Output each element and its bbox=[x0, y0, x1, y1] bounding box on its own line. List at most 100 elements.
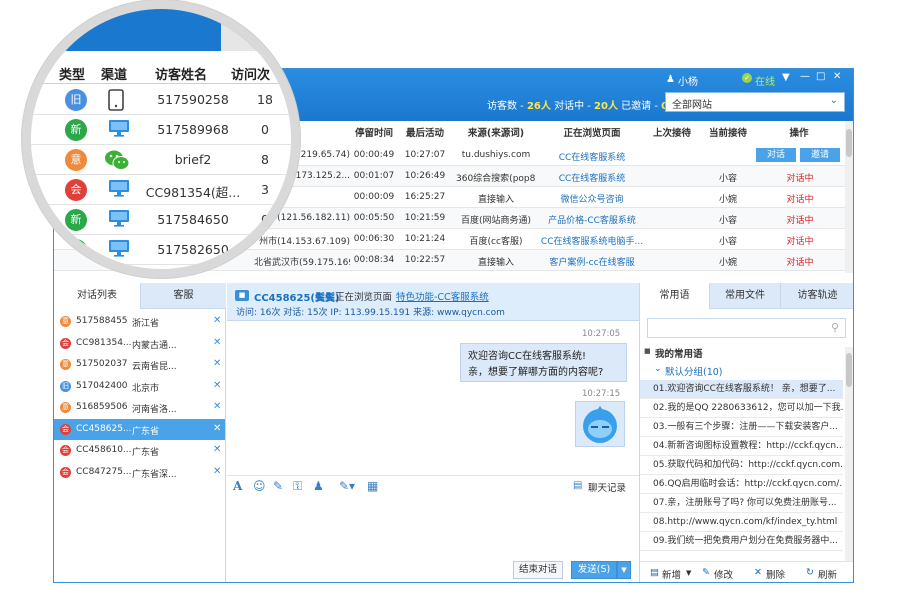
visitor-id: 516859506 bbox=[76, 402, 128, 412]
phrase-item[interactable]: 01.欢迎咨询CC在线客服系统！ 亲，想要了... bbox=[640, 380, 843, 399]
screenshot-icon[interactable]: ✎▾ bbox=[339, 479, 355, 493]
search-icon[interactable]: ⚲ bbox=[831, 321, 839, 334]
phrase-item[interactable]: 02.我的是QQ 2280633612，您可以加一下我... bbox=[640, 399, 843, 418]
phrase-scrollbar[interactable] bbox=[845, 347, 853, 561]
agent-message: 欢迎咨询CC在线客服系统! 亲，想要了解哪方面的内容呢? bbox=[460, 343, 627, 382]
chatting-status[interactable]: 对话中 bbox=[762, 213, 838, 226]
table-cell-page[interactable]: CC在线客服系统 bbox=[540, 150, 644, 163]
add-phrase-button[interactable]: 新增 bbox=[662, 567, 681, 581]
column-header-source[interactable]: 来源(来源词) bbox=[456, 125, 536, 145]
list-item[interactable]: 会 CC847275... 广东省深... ✕ bbox=[54, 462, 225, 483]
close-icon[interactable]: ✕ bbox=[213, 337, 221, 348]
scrollbar-thumb[interactable] bbox=[846, 353, 852, 387]
magnifier-callout: 类型 渠道 访客姓名 访问次 旧 517590258 18 新 517589968 0 厂意… bbox=[22, 0, 300, 278]
mobile-icon bbox=[108, 89, 124, 114]
tab-common-files[interactable]: 常用文件 bbox=[710, 283, 781, 309]
grid-icon[interactable]: ▦ bbox=[367, 479, 378, 493]
tab-conversation-list[interactable]: 对话列表 bbox=[54, 283, 140, 309]
tab-visitor-track[interactable]: 访客轨迹 bbox=[781, 283, 853, 309]
visit-count: 0 bbox=[261, 242, 269, 257]
phrase-item[interactable]: 03.一般有三个步骤：注册——下载安装客户... bbox=[640, 418, 843, 437]
phrase-item[interactable]: 05.获取代码和加代码：http://cckf.qycn.com... bbox=[640, 456, 843, 475]
current-user[interactable]: 小杨 bbox=[678, 73, 698, 88]
list-item[interactable]: 意 516859506 河南省洛... ✕ bbox=[54, 397, 225, 418]
pencil-icon: ✎ bbox=[702, 567, 710, 578]
chat-history-link[interactable]: 聊天记录 bbox=[588, 480, 626, 494]
phrase-group[interactable]: 默认分组(10) bbox=[665, 364, 723, 378]
column-header-prev-agent[interactable]: 上次接待 bbox=[646, 125, 698, 145]
close-icon[interactable]: ✕ bbox=[213, 444, 221, 455]
visitor-table-scrollbar[interactable] bbox=[845, 121, 853, 273]
list-item[interactable]: 会 CC458610... 广东省 ✕ bbox=[54, 440, 225, 461]
invite-button[interactable]: 邀请 bbox=[800, 148, 840, 162]
collapse-minus-icon[interactable]: ■ bbox=[644, 347, 651, 355]
maximize-icon[interactable]: □ bbox=[816, 71, 825, 82]
visitor-name[interactable]: CC458625(鬓鬓) bbox=[254, 289, 340, 304]
column-header-last-activity[interactable]: 最后活动 bbox=[401, 125, 449, 145]
table-cell-page[interactable]: CC在线客服系统电脑手... bbox=[540, 234, 644, 247]
history-icon: ▤ bbox=[573, 480, 583, 491]
tab-agents[interactable]: 客服 bbox=[140, 283, 226, 309]
column-header-page[interactable]: 正在浏览页面 bbox=[542, 125, 642, 145]
table-cell-source: 360综合搜索(pop8... bbox=[456, 174, 536, 184]
list-item[interactable]: 会 CC458625... 广东省 ✕ bbox=[54, 418, 225, 440]
table-cell-page[interactable]: CC在线客服系统 bbox=[540, 171, 644, 184]
tab-common-phrases[interactable]: 常用语 bbox=[640, 283, 710, 309]
close-icon[interactable]: ✕ bbox=[213, 423, 221, 434]
chatting-status[interactable]: 对话中 bbox=[762, 255, 838, 268]
font-icon[interactable]: A bbox=[233, 479, 242, 493]
list-item[interactable]: 会 CC981354... 内蒙古通... ✕ bbox=[54, 333, 225, 354]
list-item[interactable]: 旧 517042400 北京市 ✕ bbox=[54, 376, 225, 397]
chevron-down-icon: ⌄ bbox=[829, 95, 838, 106]
phrase-item[interactable]: 07.亲，注册账号了吗? 你可以免费注册账号... bbox=[640, 494, 843, 513]
close-icon[interactable]: ✕ bbox=[213, 380, 221, 391]
type-badge: 旧 bbox=[65, 89, 87, 111]
phrase-item[interactable]: 04.新新咨询图标设置教程：http://cckf.qycn.... bbox=[640, 437, 843, 456]
desktop-icon bbox=[108, 209, 130, 230]
status-dropdown-icon[interactable]: ▼ bbox=[782, 72, 790, 83]
edit-phrase-button[interactable]: 修改 bbox=[714, 567, 733, 581]
column-header-cur-agent[interactable]: 当前接待 bbox=[702, 125, 754, 145]
minimize-icon[interactable]: — bbox=[800, 71, 810, 82]
transfer-user-icon[interactable]: ♟ bbox=[313, 479, 324, 493]
table-cell-page[interactable]: 微信公众号咨询 bbox=[540, 192, 644, 205]
browsing-page-link[interactable]: 特色功能-CC客服系统 bbox=[396, 289, 489, 303]
phrase-item[interactable]: 09.我们统一把免费用户划分在免费服务器中... bbox=[640, 532, 843, 551]
send-options-chevron-icon[interactable]: ▼ bbox=[617, 561, 631, 579]
end-chat-button[interactable]: 结束对话 bbox=[513, 561, 563, 579]
phrase-search-input[interactable]: ⚲ bbox=[647, 318, 846, 338]
online-status[interactable]: 在线 bbox=[755, 73, 775, 88]
emoji-icon[interactable]: ☺ bbox=[253, 479, 266, 493]
close-icon[interactable]: ✕ bbox=[213, 401, 221, 412]
close-icon[interactable]: ✕ bbox=[213, 315, 221, 326]
send-button[interactable]: 发送(S) bbox=[571, 561, 617, 579]
close-icon[interactable]: ✕ bbox=[213, 466, 221, 477]
chatting-status[interactable]: 对话中 bbox=[762, 234, 838, 247]
phrase-item[interactable]: 06.QQ启用临时会话：http://cckf.qycn.com/... bbox=[640, 475, 843, 494]
table-cell-page[interactable]: 客户案例-cc在线客服 bbox=[540, 255, 644, 268]
column-header-stay[interactable]: 停留时间 bbox=[350, 125, 398, 145]
delete-phrase-button[interactable]: 删除 bbox=[766, 567, 785, 581]
close-icon[interactable]: ✕ bbox=[833, 71, 841, 82]
visitor-location: 浙江省 bbox=[132, 319, 160, 329]
list-item[interactable]: 意 517502037 云南省昆... ✕ bbox=[54, 354, 225, 375]
chatting-status[interactable]: 对话中 bbox=[762, 192, 838, 205]
visitor-id: 517588455 bbox=[76, 316, 128, 326]
site-select[interactable]: 全部网站 ⌄ bbox=[665, 92, 845, 112]
table-cell-page[interactable]: 产品价格-CC客服系统 bbox=[540, 213, 644, 226]
close-icon[interactable]: ✕ bbox=[213, 358, 221, 369]
visitor-location: 北京市 bbox=[132, 383, 160, 394]
lock-icon[interactable]: ⚿ bbox=[293, 479, 302, 494]
edit-icon[interactable]: ✎ bbox=[273, 479, 283, 493]
visitor-name: CC981354(超... bbox=[145, 185, 241, 200]
add-dropdown-icon[interactable]: ▼ bbox=[686, 569, 691, 577]
phrase-root-folder[interactable]: 我的常用语 bbox=[655, 346, 703, 360]
chatting-status[interactable]: 对话中 bbox=[762, 171, 838, 184]
visitor-id: CC981354... bbox=[76, 337, 132, 348]
scrollbar-thumb[interactable] bbox=[846, 129, 852, 157]
chat-button[interactable]: 对话 bbox=[756, 148, 796, 162]
refresh-phrases-button[interactable]: 刷新 bbox=[818, 567, 837, 581]
phrase-item[interactable]: 08.http://www.qycn.com/kf/index_ty.html bbox=[640, 513, 843, 532]
visit-count: 8 bbox=[261, 152, 269, 167]
list-item[interactable]: 意 517588455 浙江省 ✕ bbox=[54, 311, 225, 332]
